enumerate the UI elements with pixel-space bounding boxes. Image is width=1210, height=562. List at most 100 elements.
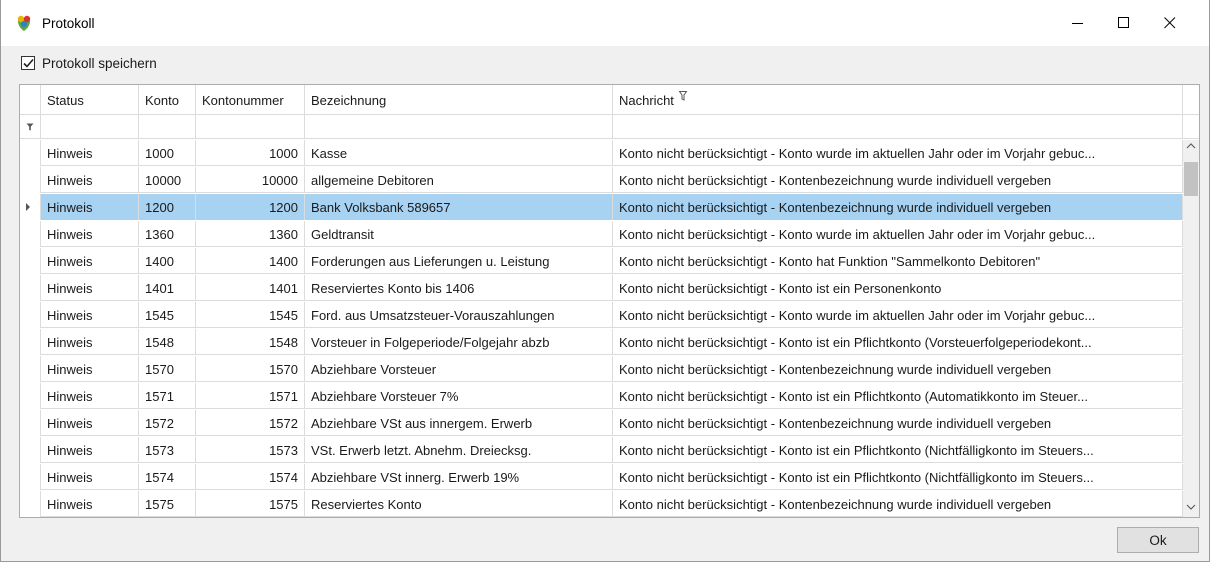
scroll-up-icon[interactable] [1186,143,1196,149]
scroll-down-icon[interactable] [1186,504,1196,510]
cell-konto[interactable]: 1401 [139,275,196,301]
cell-bezeichnung[interactable]: Ford. aus Umsatzsteuer-Vorauszahlungen [305,302,613,328]
column-header-konto[interactable]: Konto [139,85,196,115]
row-indicator[interactable] [20,383,41,409]
cell-bezeichnung[interactable]: Vorsteuer in Folgeperiode/Folgejahr abzb [305,329,613,355]
cell-status[interactable]: Hinweis [41,437,139,463]
cell-bezeichnung[interactable]: Reserviertes Konto bis 1406 [305,275,613,301]
cell-status[interactable]: Hinweis [41,491,139,517]
filter-cell-konto[interactable] [139,115,196,139]
cell-konto[interactable]: 1573 [139,437,196,463]
row-indicator[interactable] [20,491,41,517]
column-header-kontonummer[interactable]: Kontonummer [196,85,305,115]
cell-status[interactable]: Hinweis [41,329,139,355]
filter-cell-status[interactable] [41,115,139,139]
cell-kontonummer[interactable]: 1360 [196,221,305,247]
cell-bezeichnung[interactable]: Abziehbare VSt aus innergem. Erwerb [305,410,613,436]
column-header-status[interactable]: Status [41,85,139,115]
cell-konto[interactable]: 1545 [139,302,196,328]
cell-konto[interactable]: 1360 [139,221,196,247]
table-row[interactable]: Hinweis 1573 1573 VSt. Erwerb letzt. Abnehm… [20,437,1183,463]
cell-kontonummer[interactable]: 1545 [196,302,305,328]
row-indicator[interactable] [20,302,41,328]
cell-status[interactable]: Hinweis [41,275,139,301]
cell-nachricht[interactable]: Konto nicht berücksichtigt - Konto ist e… [613,383,1183,409]
cell-bezeichnung[interactable]: Abziehbare Vorsteuer [305,356,613,382]
table-row[interactable]: Hinweis 1570 1570 Abziehbare Vorsteuer Konto… [20,356,1183,382]
title-bar[interactable]: Protokoll [1,0,1209,46]
table-row[interactable]: Hinweis 1200 1200 Bank Volksbank 589657 Kont… [20,194,1183,220]
table-row[interactable]: Hinweis 10000 10000 allgemeine Debitoren Kon… [20,167,1183,193]
cell-nachricht[interactable]: Konto nicht berücksichtigt - Kontenbezei… [613,491,1183,517]
cell-bezeichnung[interactable]: Reserviertes Konto [305,491,613,517]
cell-kontonummer[interactable]: 1571 [196,383,305,409]
cell-status[interactable]: Hinweis [41,383,139,409]
column-header-bezeichnung[interactable]: Bezeichnung [305,85,613,115]
row-indicator[interactable] [20,248,41,274]
table-row[interactable]: Hinweis 1545 1545 Ford. aus Umsatzsteuer-Vo… [20,302,1183,328]
table-row[interactable]: Hinweis 1572 1572 Abziehbare VSt aus innerg… [20,410,1183,436]
row-indicator[interactable] [20,140,41,166]
cell-status[interactable]: Hinweis [41,410,139,436]
cell-kontonummer[interactable]: 1401 [196,275,305,301]
cell-nachricht[interactable]: Konto nicht berücksichtigt - Kontenbezei… [613,194,1183,220]
cell-konto[interactable]: 1548 [139,329,196,355]
cell-nachricht[interactable]: Konto nicht berücksichtigt - Konto ist e… [613,464,1183,490]
ok-button[interactable]: Ok [1117,527,1199,553]
cell-nachricht[interactable]: Konto nicht berücksichtigt - Konto wurde… [613,140,1183,166]
table-row[interactable]: Hinweis 1548 1548 Vorsteuer in Folgeperiode… [20,329,1183,355]
row-indicator[interactable] [20,464,41,490]
close-button[interactable] [1147,0,1193,46]
cell-bezeichnung[interactable]: Kasse [305,140,613,166]
filter-cell-kontonummer[interactable] [196,115,305,139]
row-indicator[interactable] [20,437,41,463]
cell-konto[interactable]: 1200 [139,194,196,220]
cell-status[interactable]: Hinweis [41,248,139,274]
cell-nachricht[interactable]: Konto nicht berücksichtigt - Kontenbezei… [613,356,1183,382]
cell-kontonummer[interactable]: 1200 [196,194,305,220]
cell-konto[interactable]: 1574 [139,464,196,490]
vertical-scrollbar[interactable] [1183,140,1199,517]
cell-bezeichnung[interactable]: Abziehbare Vorsteuer 7% [305,383,613,409]
minimize-button[interactable] [1055,0,1101,46]
cell-status[interactable]: Hinweis [41,194,139,220]
cell-status[interactable]: Hinweis [41,221,139,247]
cell-nachricht[interactable]: Konto nicht berücksichtigt - Kontenbezei… [613,167,1183,193]
cell-konto[interactable]: 1572 [139,410,196,436]
cell-konto[interactable]: 1000 [139,140,196,166]
cell-status[interactable]: Hinweis [41,140,139,166]
cell-konto[interactable]: 1571 [139,383,196,409]
save-log-checkbox[interactable] [21,56,35,70]
cell-kontonummer[interactable]: 1000 [196,140,305,166]
cell-status[interactable]: Hinweis [41,356,139,382]
filter-active-icon[interactable] [678,91,688,101]
cell-kontonummer[interactable]: 1400 [196,248,305,274]
filter-cell-nachricht[interactable] [613,115,1183,139]
row-indicator[interactable] [20,221,41,247]
row-indicator[interactable] [20,194,41,220]
cell-konto[interactable]: 1570 [139,356,196,382]
cell-konto[interactable]: 10000 [139,167,196,193]
cell-status[interactable]: Hinweis [41,167,139,193]
cell-konto[interactable]: 1400 [139,248,196,274]
cell-nachricht[interactable]: Konto nicht berücksichtigt - Konto wurde… [613,302,1183,328]
maximize-button[interactable] [1101,0,1147,46]
table-row[interactable]: Hinweis 1571 1571 Abziehbare Vorsteuer 7% Ko… [20,383,1183,409]
cell-bezeichnung[interactable]: VSt. Erwerb letzt. Abnehm. Dreiecksg. [305,437,613,463]
cell-kontonummer[interactable]: 1575 [196,491,305,517]
row-indicator[interactable] [20,410,41,436]
filter-cell-bezeichnung[interactable] [305,115,613,139]
cell-nachricht[interactable]: Konto nicht berücksichtigt - Kontenbezei… [613,410,1183,436]
cell-konto[interactable]: 1575 [139,491,196,517]
cell-nachricht[interactable]: Konto nicht berücksichtigt - Konto ist e… [613,275,1183,301]
row-indicator[interactable] [20,275,41,301]
cell-bezeichnung[interactable]: allgemeine Debitoren [305,167,613,193]
scrollbar-thumb[interactable] [1184,162,1198,196]
cell-kontonummer[interactable]: 1548 [196,329,305,355]
cell-kontonummer[interactable]: 1574 [196,464,305,490]
table-row[interactable]: Hinweis 1000 1000 Kasse Konto nicht berücksi… [20,140,1183,166]
table-row[interactable]: Hinweis 1401 1401 Reserviertes Konto bis 14… [20,275,1183,301]
cell-kontonummer[interactable]: 1570 [196,356,305,382]
table-row[interactable]: Hinweis 1575 1575 Reserviertes Konto Konto n… [20,491,1183,517]
cell-status[interactable]: Hinweis [41,464,139,490]
